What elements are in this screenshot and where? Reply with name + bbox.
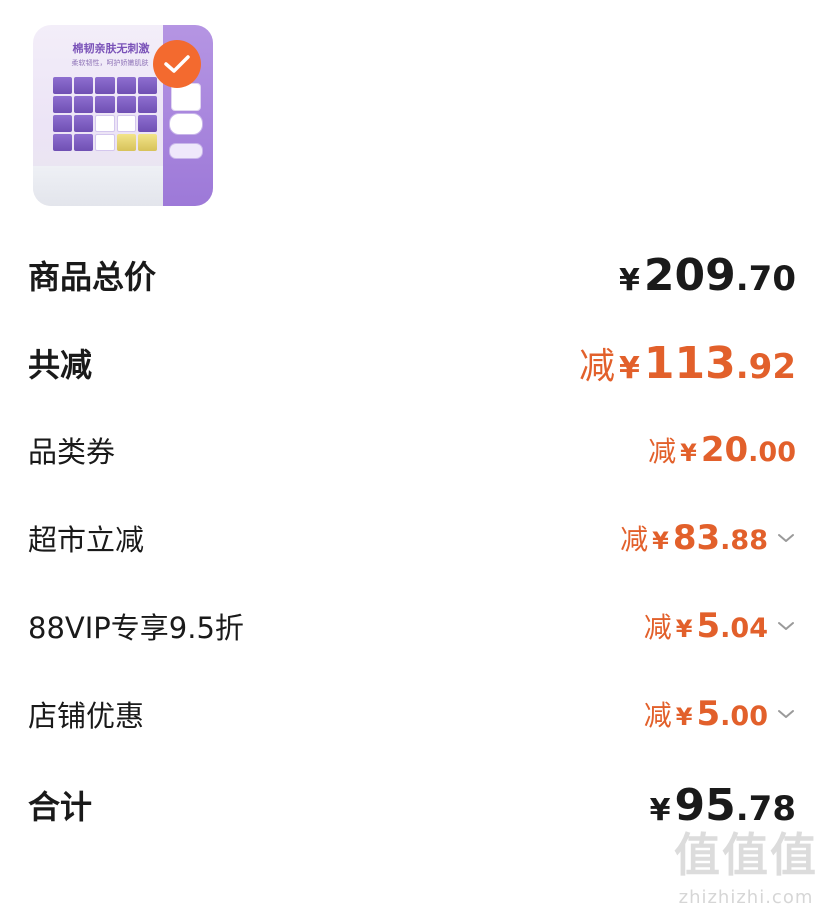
price-row-total-discount: 共减 减 ¥ 113 .92 (28, 337, 796, 389)
amount-integer: 113 (643, 338, 736, 389)
watermark-logo: 值值值 (674, 828, 818, 882)
amount-decimal: .00 (720, 701, 768, 732)
discount-prefix: 减 (579, 346, 616, 387)
row-amount: 减 ¥ 5 .04 (644, 606, 796, 646)
row-label: 店铺优惠 (28, 699, 145, 733)
row-amount: 减 ¥ 20 .00 (648, 430, 796, 470)
currency-symbol: ¥ (675, 615, 693, 643)
checkmark-icon (164, 55, 190, 73)
chevron-down-icon[interactable] (776, 531, 796, 545)
amount-decimal: .92 (735, 347, 796, 387)
product-image-subline: 柔软韧性，呵护娇嫩肌肤 (71, 59, 149, 67)
product-image-headline: 棉韧亲肤无刺激 (72, 42, 150, 55)
currency-symbol: ¥ (680, 439, 697, 467)
watermark-domain: zhizhizhi.com (678, 887, 814, 908)
row-amount: 减 ¥ 5 .00 (644, 694, 796, 734)
currency-symbol: ¥ (619, 262, 640, 298)
discount-prefix: 减 (643, 699, 672, 732)
discount-prefix: 减 (620, 523, 649, 556)
price-row-total-goods: 商品总价 ¥ 209 .70 (28, 250, 796, 301)
amount-integer: 20 (700, 430, 749, 470)
amount-decimal: .00 (748, 437, 796, 468)
amount-decimal: .70 (735, 258, 796, 299)
currency-symbol: ¥ (619, 351, 640, 386)
chevron-down-icon[interactable] (776, 619, 796, 633)
price-row-category-coupon: 品类券 减 ¥ 20 .00 (28, 428, 796, 472)
row-amount: ¥ 209 .70 (615, 250, 796, 301)
currency-symbol: ¥ (652, 527, 669, 555)
chevron-down-icon[interactable] (776, 707, 796, 721)
row-label: 商品总价 (28, 258, 157, 296)
selected-check-icon[interactable] (153, 40, 201, 88)
row-label: 合计 (28, 788, 93, 826)
price-row-store-discount[interactable]: 店铺优惠 减 ¥ 5 .00 (28, 692, 796, 736)
amount-decimal: .88 (720, 525, 768, 556)
feature-badge (169, 143, 203, 159)
row-label: 品类券 (28, 435, 116, 469)
product-image-floor (33, 166, 163, 206)
row-amount: 减 ¥ 113 .92 (579, 337, 796, 389)
site-watermark: 值值值 zhizhizhi.com (674, 819, 818, 908)
amount-integer: 83 (672, 518, 721, 558)
row-label: 共减 (28, 346, 93, 384)
amount-integer: 5 (696, 606, 721, 646)
discount-prefix: 减 (643, 611, 672, 644)
amount-decimal: .04 (720, 613, 768, 644)
currency-symbol: ¥ (675, 703, 693, 731)
feature-badge (169, 113, 203, 135)
price-row-88vip-discount[interactable]: 88VIP专享9.5折 减 ¥ 5 .04 (28, 604, 796, 648)
currency-symbol: ¥ (649, 792, 671, 828)
price-row-supermarket-discount[interactable]: 超市立减 减 ¥ 83 .88 (28, 516, 796, 560)
discount-prefix: 减 (648, 435, 677, 468)
row-label: 超市立减 (28, 523, 145, 557)
row-amount: 减 ¥ 83 .88 (620, 518, 796, 558)
tissue-packs-graphic (53, 77, 157, 151)
row-label: 88VIP专享9.5折 (28, 611, 244, 645)
amount-integer: 5 (696, 694, 721, 734)
amount-integer: 209 (643, 249, 736, 301)
